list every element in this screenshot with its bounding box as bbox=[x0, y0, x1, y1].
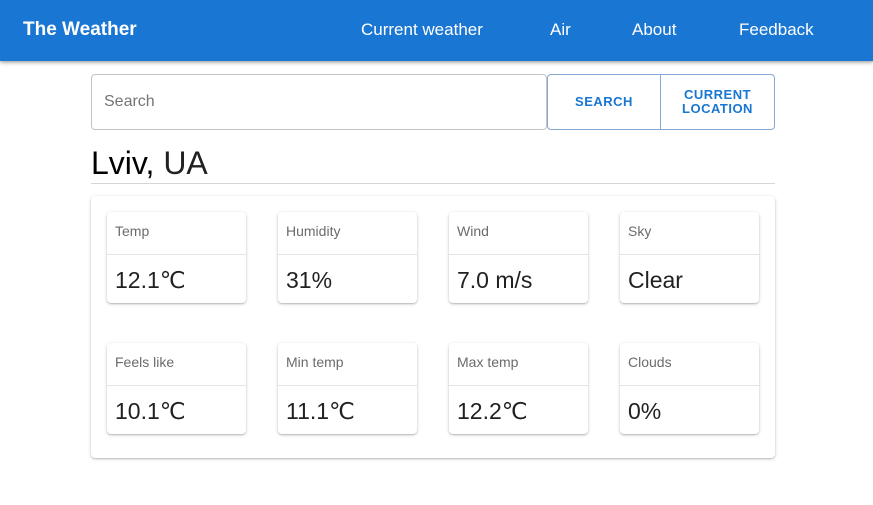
stat-card-max-temp: Max temp 12.2℃ bbox=[449, 343, 588, 434]
weather-panel: Temp 12.1℃ Humidity 31% Wind 7.0 m/s Sky… bbox=[91, 196, 775, 458]
card-divider bbox=[107, 385, 246, 386]
stat-value: 0% bbox=[628, 398, 662, 424]
stat-value: 31% bbox=[286, 267, 333, 293]
nav-air[interactable]: Air bbox=[550, 18, 571, 42]
stat-card-feels-like: Feels like 10.1℃ bbox=[107, 343, 246, 434]
nav-feedback[interactable]: Feedback bbox=[739, 18, 814, 42]
stat-label: Sky bbox=[628, 223, 652, 239]
stat-value: 7.0 m/s bbox=[457, 267, 533, 293]
card-divider bbox=[620, 385, 759, 386]
search-button[interactable]: SEARCH bbox=[547, 74, 661, 130]
location-heading: Lviv, UA bbox=[91, 144, 208, 182]
card-divider bbox=[278, 385, 417, 386]
stat-card-sky: Sky Clear bbox=[620, 212, 759, 303]
city-name: Lviv, bbox=[91, 145, 155, 181]
search-input[interactable] bbox=[91, 74, 547, 130]
card-divider bbox=[449, 385, 588, 386]
stat-label: Feels like bbox=[115, 354, 175, 370]
stat-value: Clear bbox=[628, 267, 683, 293]
card-divider bbox=[620, 254, 759, 255]
stat-label: Min temp bbox=[286, 354, 344, 370]
card-divider bbox=[107, 254, 246, 255]
app-bar: The Weather Current weather Air About Fe… bbox=[0, 0, 873, 61]
stat-label: Humidity bbox=[286, 223, 341, 239]
stat-value: 10.1℃ bbox=[115, 398, 186, 424]
stat-card-clouds: Clouds 0% bbox=[620, 343, 759, 434]
nav-about[interactable]: About bbox=[632, 18, 676, 42]
stat-card-min-temp: Min temp 11.1℃ bbox=[278, 343, 417, 434]
stat-label: Max temp bbox=[457, 354, 519, 370]
stat-value: 11.1℃ bbox=[286, 398, 355, 424]
current-location-button[interactable]: CURRENT LOCATION bbox=[660, 74, 775, 130]
stat-card-humidity: Humidity 31% bbox=[278, 212, 417, 303]
stat-card-wind: Wind 7.0 m/s bbox=[449, 212, 588, 303]
stat-label: Clouds bbox=[628, 354, 672, 370]
heading-divider bbox=[91, 183, 775, 184]
card-divider bbox=[449, 254, 588, 255]
stat-label: Wind bbox=[457, 223, 489, 239]
stat-card-temp: Temp 12.1℃ bbox=[107, 212, 246, 303]
nav-current-weather[interactable]: Current weather bbox=[361, 18, 483, 42]
stat-label: Temp bbox=[115, 223, 150, 239]
stat-value: 12.2℃ bbox=[457, 398, 528, 424]
country-code: UA bbox=[163, 145, 208, 181]
search-bar: SEARCH CURRENT LOCATION bbox=[91, 74, 775, 130]
app-title[interactable]: The Weather bbox=[23, 18, 137, 42]
stat-value: 12.1℃ bbox=[115, 267, 186, 293]
card-divider bbox=[278, 254, 417, 255]
